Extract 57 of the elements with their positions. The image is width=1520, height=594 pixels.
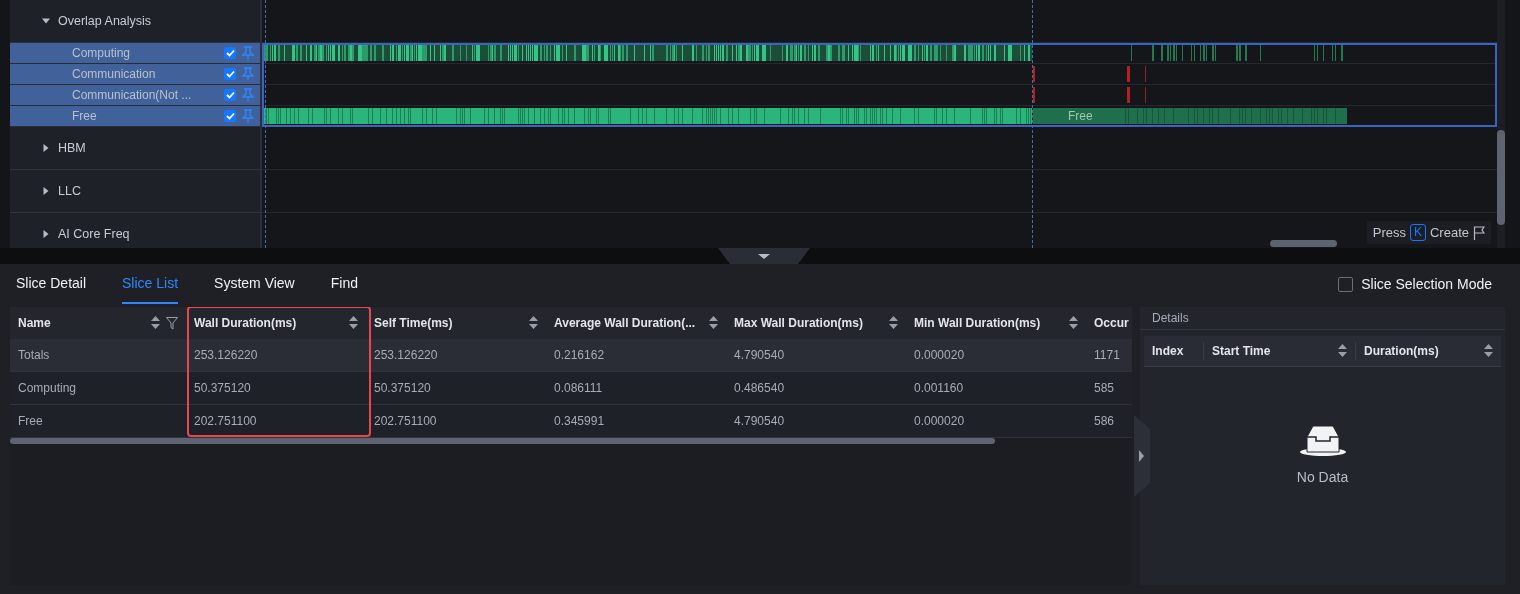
tab[interactable]: System View bbox=[214, 264, 295, 304]
slice-label: Free bbox=[1068, 109, 1093, 123]
table-cell: 50.375120 bbox=[366, 371, 546, 405]
table-cell: 0.345991 bbox=[546, 404, 726, 438]
track-label: LLC bbox=[58, 184, 81, 198]
hint-text: Create bbox=[1429, 225, 1469, 240]
column-header[interactable]: Wall Duration(ms) bbox=[186, 307, 366, 339]
table-cell: Totals bbox=[10, 339, 186, 372]
checkbox-label: Slice Selection Mode bbox=[1361, 276, 1492, 292]
column-title: Name bbox=[18, 316, 52, 330]
column-title: Index bbox=[1152, 344, 1185, 358]
table-cell: 0.216162 bbox=[546, 339, 726, 372]
key-badge: K bbox=[1409, 224, 1426, 241]
column-title: Start Time bbox=[1212, 344, 1272, 358]
column-title: Self Time(ms) bbox=[374, 316, 454, 330]
table-cell: 253.126220 bbox=[366, 339, 546, 372]
table-cell: 0.000020 bbox=[906, 404, 1086, 438]
table-cell: 0.001160 bbox=[906, 371, 1086, 405]
table-cell: 50.375120 bbox=[186, 371, 366, 405]
table-cell: 253.126220 bbox=[186, 339, 366, 372]
hint-text: Press bbox=[1372, 225, 1406, 240]
column-title: Occur bbox=[1094, 316, 1129, 330]
tab[interactable]: Find bbox=[330, 264, 358, 304]
table-cell: Free bbox=[10, 404, 186, 438]
column-header[interactable]: Duration(ms) bbox=[1356, 342, 1501, 360]
column-title: Min Wall Duration(ms) bbox=[914, 316, 1042, 330]
table-cell: 585 bbox=[1086, 371, 1132, 405]
panel-title: Details bbox=[1140, 307, 1505, 330]
column-header[interactable]: Start Time bbox=[1204, 342, 1356, 360]
track-label: AI Core Freq bbox=[58, 227, 130, 241]
track-label: Free bbox=[72, 109, 98, 123]
tab[interactable]: Slice List bbox=[122, 264, 179, 304]
table-cell: 4.790540 bbox=[726, 404, 906, 438]
table-cell: 4.790540 bbox=[726, 339, 906, 372]
track-label: HBM bbox=[58, 141, 86, 155]
table-cell: 202.751100 bbox=[366, 404, 546, 438]
table-cell: 0.000020 bbox=[906, 339, 1086, 372]
column-header[interactable]: Min Wall Duration(ms) bbox=[906, 307, 1086, 339]
table-cell: Computing bbox=[10, 371, 186, 405]
track-label: Communication bbox=[72, 67, 157, 81]
empty-state-text: No Data bbox=[1296, 469, 1349, 485]
column-title: Duration(ms) bbox=[1364, 344, 1440, 358]
table-cell: 0.086111 bbox=[546, 371, 726, 405]
column-title: Max Wall Duration(ms) bbox=[734, 316, 864, 330]
table-cell: 586 bbox=[1086, 404, 1132, 438]
track-label: Computing bbox=[72, 46, 132, 60]
track-label: Overlap Analysis bbox=[58, 14, 152, 28]
column-header[interactable]: Average Wall Duration(... bbox=[546, 307, 726, 339]
table-cell: 0.486540 bbox=[726, 371, 906, 405]
column-header[interactable]: Name bbox=[10, 307, 186, 339]
track-label: Communication(Not ... bbox=[72, 88, 193, 102]
tab[interactable]: Slice Detail bbox=[16, 264, 87, 304]
column-title: Average Wall Duration(... bbox=[554, 316, 697, 330]
column-header[interactable]: Self Time(ms) bbox=[366, 307, 546, 339]
column-header[interactable]: Max Wall Duration(ms) bbox=[726, 307, 906, 339]
table-cell: 1171 bbox=[1086, 339, 1132, 372]
column-title: Wall Duration(ms) bbox=[194, 316, 298, 330]
